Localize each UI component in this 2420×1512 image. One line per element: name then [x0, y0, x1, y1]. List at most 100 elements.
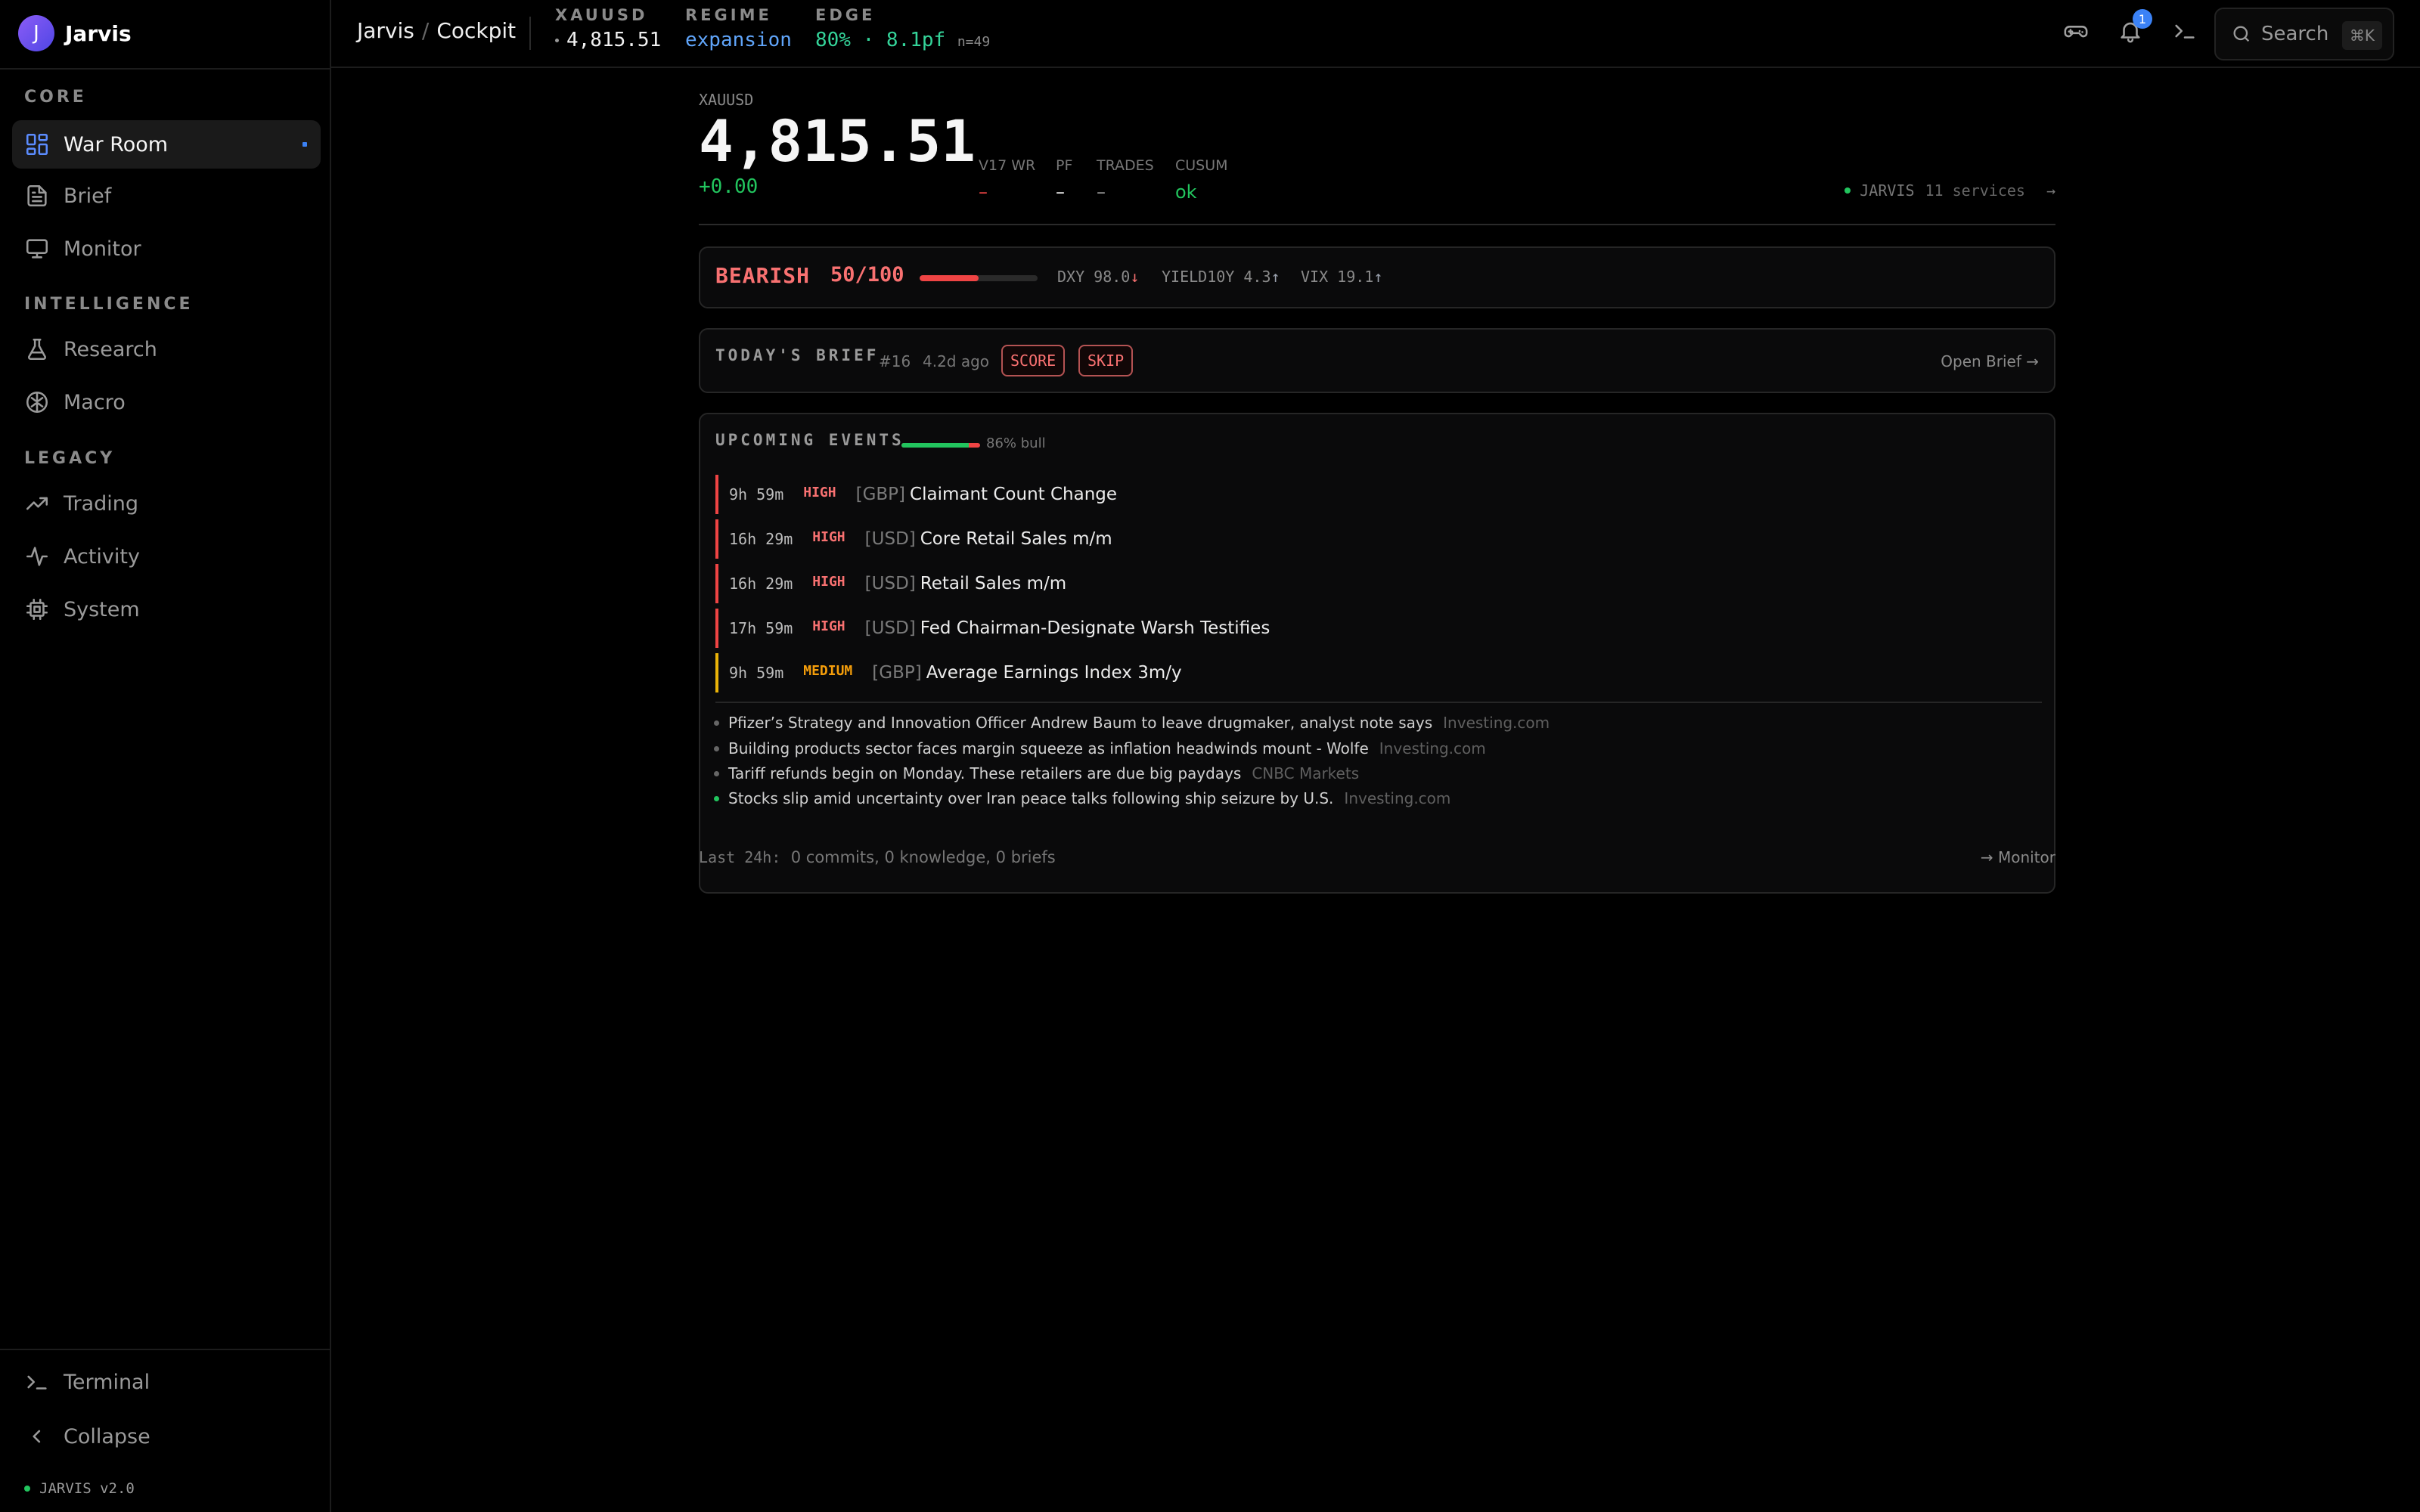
activity-summary: Last 24h: 0 commits, 0 knowledge, 0 brie…: [699, 848, 1056, 866]
brief-title: TODAY'S BRIEF: [715, 346, 880, 364]
metric-v17-wr: V17 WR –: [979, 157, 1035, 203]
sentiment-label: BEARISH: [715, 263, 811, 288]
terminal-button[interactable]: Terminal: [12, 1358, 321, 1406]
metric-trades: TRADES –: [1097, 157, 1154, 203]
macro-text: VIX 19.1: [1301, 268, 1374, 286]
document-icon: [27, 184, 47, 207]
sentiment-dot: [714, 720, 719, 726]
chevron-left-icon: [33, 1430, 41, 1443]
notifications-button[interactable]: 1: [2118, 9, 2152, 48]
event-currency: [USD]: [864, 529, 916, 549]
macro-text: DXY 98.0: [1057, 268, 1131, 286]
news-item[interactable]: Pfizer’s Strategy and Innovation Officer…: [714, 714, 1550, 732]
brief-card: TODAY'S BRIEF #16 4.2d ago SCORE SKIP Op…: [699, 328, 2055, 393]
metric-label: CUSUM: [1175, 157, 1228, 174]
notification-badge: 1: [2133, 9, 2152, 29]
section-legacy: LEGACY: [24, 449, 116, 468]
status-services: 11 services: [1925, 181, 2025, 200]
sidebar-item-brief[interactable]: Brief: [12, 172, 321, 220]
open-brief-link[interactable]: Open Brief →: [1941, 352, 2039, 370]
news-headline: Pfizer’s Strategy and Innovation Officer…: [728, 714, 1433, 732]
metric-value: ok: [1175, 181, 1197, 203]
breadcrumb: Jarvis / Cockpit: [357, 18, 516, 43]
brain-icon: [26, 391, 48, 414]
skip-badge: SKIP: [1078, 345, 1134, 376]
edge-value: 80% · 8.1pf n=49: [815, 29, 990, 51]
bull-ratio-label: 86% bull: [986, 435, 1046, 451]
event-name: Average Earnings Index 3m/y: [926, 663, 1182, 683]
avatar: J: [18, 15, 54, 51]
metric-pf: PF –: [1056, 157, 1072, 203]
price-dot: [555, 39, 559, 42]
terminal-icon: [27, 1375, 47, 1390]
news-headline: Stocks slip amid uncertainty over Iran p…: [728, 789, 1334, 807]
status-dot: [1844, 187, 1851, 194]
sidebar-item-label: War Room: [64, 132, 169, 156]
flask-icon: [27, 338, 47, 361]
arrow-up-icon: ↑: [1373, 268, 1383, 286]
macro-yield10y: YIELD10Y 4.3↑: [1162, 268, 1280, 286]
sidebar-item-war-room[interactable]: War Room: [12, 120, 321, 169]
breadcrumb-current: Cockpit: [436, 18, 517, 43]
sidebar-item-trading[interactable]: Trading: [12, 479, 321, 528]
sidebar-item-activity[interactable]: Activity: [12, 532, 321, 581]
version-status: JARVIS v2.0: [24, 1480, 135, 1497]
sentiment-card: BEARISH 50/100 DXY 98.0↓ YIELD10Y 4.3↑ V…: [699, 246, 2055, 308]
sidebar-divider: [0, 1349, 331, 1350]
news-item[interactable]: Tariff refunds begin on Monday. These re…: [714, 764, 1359, 782]
monitor-icon: [26, 239, 48, 259]
sentiment-bar: [920, 275, 1038, 281]
event-currency: [USD]: [864, 618, 916, 638]
news-source: Investing.com: [1443, 714, 1550, 732]
sentiment-dot: [714, 770, 719, 776]
services-status[interactable]: JARVIS 11 services →: [1844, 181, 2055, 200]
brief-number: #16: [879, 352, 911, 370]
monitor-link[interactable]: → Monitor: [1981, 848, 2055, 866]
search-button[interactable]: Search ⌘K: [2214, 8, 2394, 60]
sidebar-item-system[interactable]: System: [12, 585, 321, 634]
sidebar-item-label: Brief: [64, 184, 112, 208]
status-name: JARVIS: [1860, 181, 1915, 200]
breadcrumb-root[interactable]: Jarvis: [357, 18, 414, 43]
event-time: 16h 29m: [729, 575, 793, 593]
metric-value: –: [1056, 181, 1065, 203]
brand-name: Jarvis: [65, 20, 132, 46]
news-source: Investing.com: [1344, 789, 1451, 807]
sidebar-item-label: Monitor: [64, 237, 141, 261]
event-row: 16h 29m HIGH [USD] Core Retail Sales m/m: [715, 519, 1112, 559]
news-headline: Tariff refunds begin on Monday. These re…: [728, 764, 1242, 782]
news-source: CNBC Markets: [1252, 764, 1360, 782]
event-time: 17h 59m: [729, 619, 793, 637]
news-headline: Building products sector faces margin sq…: [728, 739, 1369, 758]
edge-sample-size: n=49: [957, 34, 991, 50]
header-divider: [699, 224, 2055, 225]
sidebar-item-monitor[interactable]: Monitor: [12, 225, 321, 273]
ticker-change: +0.00: [699, 175, 759, 198]
events-title: UPCOMING EVENTS: [715, 431, 904, 449]
news-item[interactable]: Stocks slip amid uncertainty over Iran p…: [714, 789, 1450, 807]
status-dot: [24, 1486, 30, 1492]
macro-vix: VIX 19.1↑: [1301, 268, 1382, 286]
ticker-price: 4,815.51: [699, 107, 976, 175]
symbol-value: 4,815.51: [555, 29, 661, 51]
news-item[interactable]: Building products sector faces margin sq…: [714, 739, 1486, 758]
terminal-toggle-button[interactable]: [2172, 18, 2202, 48]
terminal-label: Terminal: [64, 1370, 150, 1394]
collapse-button[interactable]: Collapse: [12, 1412, 321, 1461]
sentiment-dot: [714, 745, 719, 751]
search-placeholder: Search: [2261, 23, 2329, 45]
sidebar-item-macro[interactable]: Macro: [12, 378, 321, 426]
bull-ratio-fill: [901, 443, 970, 448]
search-shortcut: ⌘K: [2341, 21, 2382, 50]
edge-label: EDGE: [815, 6, 876, 24]
event-name: Fed Chairman-Designate Warsh Testifies: [920, 618, 1270, 638]
gamepad-button[interactable]: [2063, 18, 2093, 48]
sidebar-item-research[interactable]: Research: [12, 325, 321, 373]
brand[interactable]: J Jarvis: [18, 15, 132, 51]
event-time: 16h 29m: [729, 530, 793, 548]
active-indicator: [302, 142, 307, 147]
breadcrumb-separator: /: [421, 18, 430, 43]
event-name: Retail Sales m/m: [920, 574, 1067, 593]
event-impact: HIGH: [812, 528, 845, 545]
topbar: Jarvis / Cockpit XAUUSD 4,815.51 REGIME ex…: [331, 0, 2420, 68]
